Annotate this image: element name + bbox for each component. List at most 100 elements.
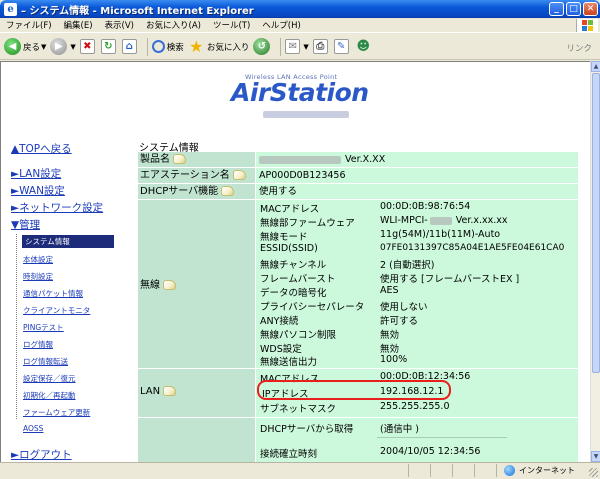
resize-grip-icon[interactable] — [589, 468, 598, 477]
minimize-button[interactable]: _ — [549, 2, 564, 16]
mail-button[interactable]: ✉ ▼ — [285, 39, 309, 54]
menu-file[interactable]: ファイル(F) — [0, 19, 58, 31]
print-button[interactable]: ⎙ — [312, 39, 330, 54]
menu-help[interactable]: ヘルプ(H) — [256, 19, 307, 31]
frame-burst-value: 使用する [フレームバーストEX ] — [377, 271, 520, 285]
back-button[interactable]: ◀ 戻る ▼ — [4, 38, 46, 55]
help-icon[interactable] — [163, 386, 177, 396]
connect-time-value: 2004/10/05 12:34:56 — [377, 446, 481, 457]
nav-lan-settings[interactable]: ►LAN設定 — [11, 166, 61, 181]
airstation-name-label-text: エアステーション名 — [140, 170, 230, 181]
nav-packet-info[interactable]: 通信パケット情報 — [23, 288, 83, 299]
essid-value: 07FE0131397C85A04E1AE5FE04E61CA0 — [377, 243, 565, 253]
help-icon[interactable] — [221, 186, 235, 196]
help-icon[interactable] — [163, 280, 176, 290]
stop-button[interactable]: ✖ — [79, 39, 97, 54]
toolbar-separator — [146, 37, 148, 56]
logo-subtitle-redacted — [263, 111, 349, 118]
menu-tools[interactable]: ツール(T) — [207, 19, 256, 31]
encryption-label: データの暗号化 — [257, 285, 327, 299]
scroll-up-arrow-icon[interactable]: ▲ — [591, 61, 600, 72]
back-label: 戻る — [23, 42, 41, 53]
help-icon[interactable] — [173, 154, 186, 164]
nav-top-link[interactable]: ▲TOPへ戻る — [11, 141, 72, 156]
favorites-button[interactable]: ★ お気に入り — [188, 37, 249, 56]
airstation-name-value: AP000D0B123456 — [256, 168, 578, 183]
vertical-scrollbar[interactable]: ▲ ▼ — [590, 61, 600, 462]
globe-icon — [504, 465, 515, 476]
refresh-button[interactable]: ↻ — [100, 39, 118, 54]
privacy-separator-label: プライバシーセパレータ — [257, 299, 365, 313]
dhcp-acquire-label: DHCPサーバから取得 — [257, 421, 354, 435]
nav-admin[interactable]: ▼管理 — [11, 217, 40, 232]
nav-save-restore[interactable]: 設定保存／復元 — [23, 373, 76, 384]
toolbar-separator — [280, 37, 282, 56]
menu-favorites[interactable]: お気に入り(A) — [140, 19, 207, 31]
wireless-mode-label: 無線モード — [257, 229, 308, 243]
close-button[interactable]: ✕ — [583, 2, 598, 16]
nav-wan-settings[interactable]: ►WAN設定 — [11, 183, 65, 198]
forward-button[interactable]: ▶ ▼ — [50, 38, 76, 55]
menu-bar: ファイル(F) 編集(E) 表示(V) お気に入り(A) ツール(T) ヘルプ(… — [0, 18, 600, 33]
nav-log-info[interactable]: ログ情報 — [23, 339, 53, 350]
wireless-label: 無線 — [140, 280, 160, 291]
nav-ping-test[interactable]: PINGテスト — [23, 322, 64, 333]
connect-time-label: 接続確立時刻 — [257, 446, 318, 460]
help-icon[interactable] — [232, 170, 246, 180]
nav-logout[interactable]: ►ログアウト — [11, 447, 72, 462]
status-cell — [496, 464, 497, 477]
status-bar: インターネット — [0, 462, 600, 479]
links-button[interactable]: リンク — [566, 42, 592, 54]
messenger-icon: ☻ — [356, 39, 370, 54]
home-button[interactable]: ⌂ — [121, 39, 139, 54]
tx-power-label: 無線送信出力 — [257, 354, 318, 368]
security-zone: インターネット — [504, 465, 575, 476]
history-button[interactable]: ↺ — [253, 38, 272, 55]
scrollbar-thumb[interactable] — [592, 73, 600, 373]
mail-dropdown-icon[interactable]: ▼ — [303, 43, 308, 51]
ie-icon: e — [4, 2, 17, 16]
nav-system-info[interactable]: システム情報 — [22, 235, 114, 248]
back-arrow-icon: ◀ — [4, 38, 21, 55]
nav-init-reboot[interactable]: 初期化／再起動 — [23, 390, 76, 401]
nav-network-settings[interactable]: ►ネットワーク設定 — [11, 200, 103, 215]
nav-client-monitor[interactable]: クライアントモニタ — [23, 305, 90, 316]
redacted-firmware-model — [429, 216, 452, 225]
messenger-button[interactable]: ☻ — [355, 38, 374, 55]
product-name-label: 製品名 — [138, 152, 255, 167]
product-name-label-text: 製品名 — [140, 154, 170, 165]
nav-firmware-update[interactable]: ファームウェア更新 — [23, 407, 90, 418]
encryption-value: AES — [377, 285, 399, 296]
status-cell — [408, 464, 409, 477]
menu-view[interactable]: 表示(V) — [99, 19, 140, 31]
nav-unit-settings[interactable]: 本体設定 — [23, 254, 53, 265]
status-cell — [452, 464, 453, 477]
home-icon: ⌂ — [121, 39, 137, 54]
wireless-firmware-value: WLI-MPCI- Ver.x.xx.xx — [377, 215, 508, 226]
wireless-mac-label: MACアドレス — [257, 201, 320, 215]
edit-button[interactable]: ✎ — [333, 39, 351, 54]
nav-log-transfer[interactable]: ログ情報転送 — [23, 356, 68, 367]
lan-label: LAN — [140, 386, 161, 397]
ip-address-highlight — [257, 380, 451, 400]
wireless-mode-value: 11g(54M)/11b(11M)-Auto — [377, 229, 501, 240]
maximize-button[interactable]: □ — [566, 2, 581, 16]
any-connect-label: ANY接続 — [257, 313, 299, 327]
menu-edit[interactable]: 編集(E) — [58, 19, 99, 31]
page-content: Wireless LAN Access Point AirStation ▲TO… — [0, 61, 590, 462]
nav-time-settings[interactable]: 時刻設定 — [23, 271, 53, 282]
scroll-down-arrow-icon[interactable]: ▼ — [591, 451, 600, 462]
search-icon — [151, 40, 165, 53]
redacted-product-model — [259, 155, 341, 164]
wireless-firmware-version: Ver.x.xx.xx — [455, 215, 508, 226]
status-cell — [430, 464, 431, 477]
back-dropdown-icon[interactable]: ▼ — [41, 43, 46, 51]
search-button[interactable]: 検索 — [151, 40, 184, 53]
dhcp-server-value: 使用する — [256, 184, 578, 199]
tx-power-value: 100% — [377, 354, 408, 365]
forward-dropdown-icon[interactable]: ▼ — [70, 43, 75, 51]
nav-aoss[interactable]: AOSS — [23, 424, 43, 433]
status-cell — [474, 464, 475, 477]
pc-restriction-label: 無線パソコン制限 — [257, 327, 337, 341]
pc-restriction-value: 無効 — [377, 327, 400, 341]
